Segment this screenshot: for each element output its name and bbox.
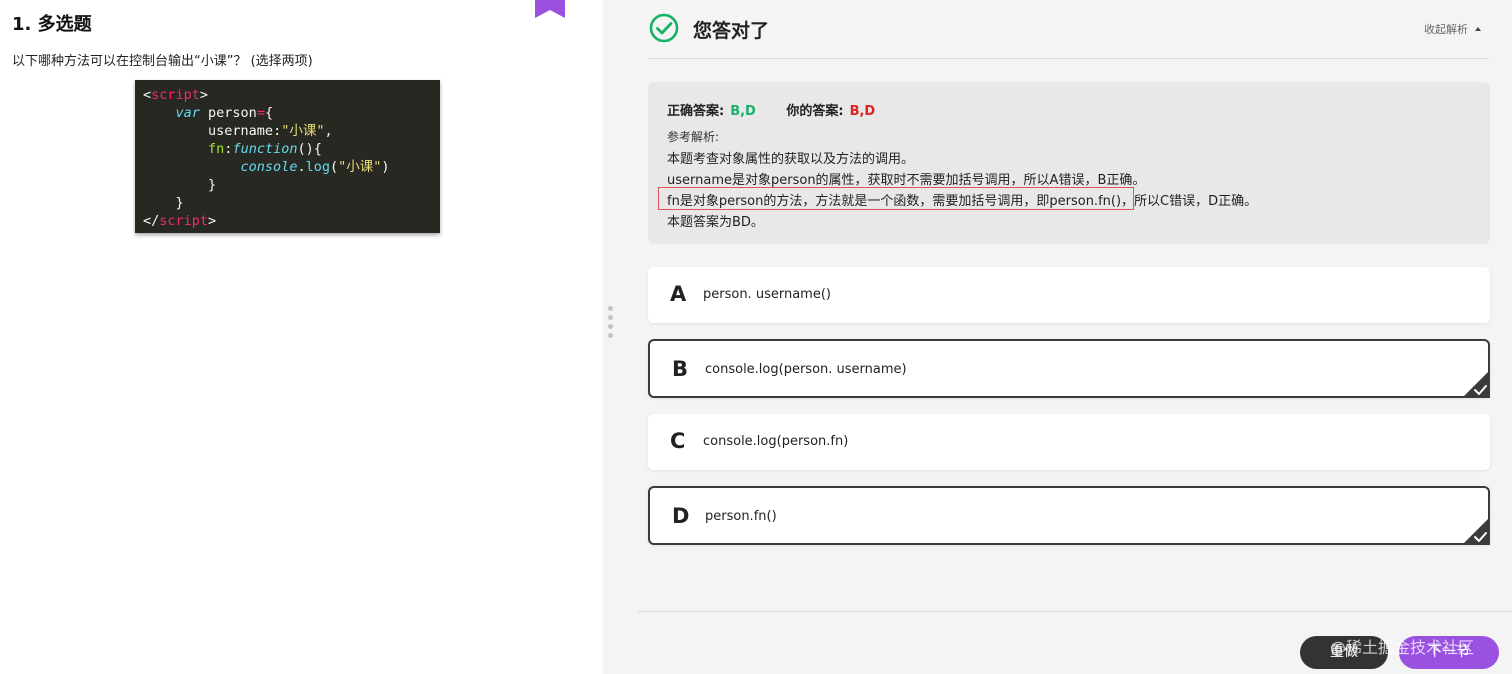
code-string-2: "小课" bbox=[338, 159, 382, 175]
collapse-analysis-button[interactable]: 收起解析 bbox=[1424, 21, 1481, 37]
next-section-button[interactable]: 下一节 bbox=[1399, 636, 1499, 669]
code-function: function bbox=[232, 141, 298, 157]
reference-title: 参考解析: bbox=[667, 130, 720, 144]
redo-button[interactable]: 重做 bbox=[1300, 636, 1388, 669]
explanation-line: 本题考查对象属性的获取以及方法的调用。 bbox=[667, 152, 915, 167]
result-title: 您答对了 bbox=[693, 20, 770, 42]
code-string: "小课" bbox=[281, 123, 325, 139]
option-b[interactable]: B console.log(person. username) bbox=[648, 339, 1490, 398]
option-text: console.log(person.fn) bbox=[703, 434, 849, 449]
your-answer-label: 你的答案: bbox=[786, 104, 844, 119]
option-c[interactable]: C console.log(person.fn) bbox=[648, 414, 1490, 470]
header-divider bbox=[649, 58, 1489, 59]
option-letter: A bbox=[670, 282, 687, 306]
option-text: person. username() bbox=[703, 287, 831, 302]
code-var-name: person bbox=[208, 105, 257, 121]
question-panel: 1. 多选题 以下哪种方法可以在控制台输出“小课”？ (选择两项) <scrip… bbox=[0, 0, 603, 674]
selected-check-icon bbox=[1462, 370, 1490, 398]
collapse-label: 收起解析 bbox=[1424, 23, 1468, 36]
explanation-line: username是对象person的属性，获取时不需要加括号调用，所以A错误，B… bbox=[667, 173, 1146, 188]
your-answer-value: B,D bbox=[849, 104, 876, 119]
option-a[interactable]: A person. username() bbox=[648, 267, 1490, 323]
bookmark-icon[interactable] bbox=[535, 0, 565, 18]
code-log: log bbox=[305, 159, 330, 175]
question-title: 1. 多选题 bbox=[12, 14, 92, 35]
option-letter: B bbox=[672, 357, 689, 381]
code-var: var bbox=[175, 105, 200, 121]
option-text: person.fn() bbox=[705, 509, 777, 524]
code-close-tag: script bbox=[159, 213, 209, 229]
correct-answer-label: 正确答案: bbox=[667, 104, 725, 119]
code-block: <script> var person={ username:"小课", fn:… bbox=[135, 80, 440, 233]
question-text: 以下哪种方法可以在控制台输出“小课”？ (选择两项) bbox=[12, 54, 313, 69]
drag-handle-icon[interactable] bbox=[608, 306, 614, 342]
code-open-tag: script bbox=[151, 87, 200, 103]
correct-answer-value: B,D bbox=[730, 104, 756, 119]
selected-check-icon bbox=[1462, 517, 1490, 545]
option-letter: C bbox=[670, 429, 686, 453]
option-letter: D bbox=[672, 504, 690, 528]
code-prop-username: username bbox=[208, 123, 274, 139]
check-circle-icon bbox=[649, 13, 679, 43]
highlight-annotation-box bbox=[658, 187, 1134, 210]
option-d[interactable]: D person.fn() bbox=[648, 486, 1490, 545]
caret-up-icon bbox=[1475, 27, 1481, 31]
code-console: console bbox=[240, 159, 298, 175]
option-text: console.log(person. username) bbox=[705, 362, 907, 377]
footer-divider bbox=[638, 611, 1512, 612]
explanation-line: 本题答案为BD。 bbox=[667, 215, 764, 230]
answer-summary: 正确答案: B,D 你的答案: B,D bbox=[667, 100, 875, 119]
code-prop-fn: fn bbox=[208, 141, 225, 157]
